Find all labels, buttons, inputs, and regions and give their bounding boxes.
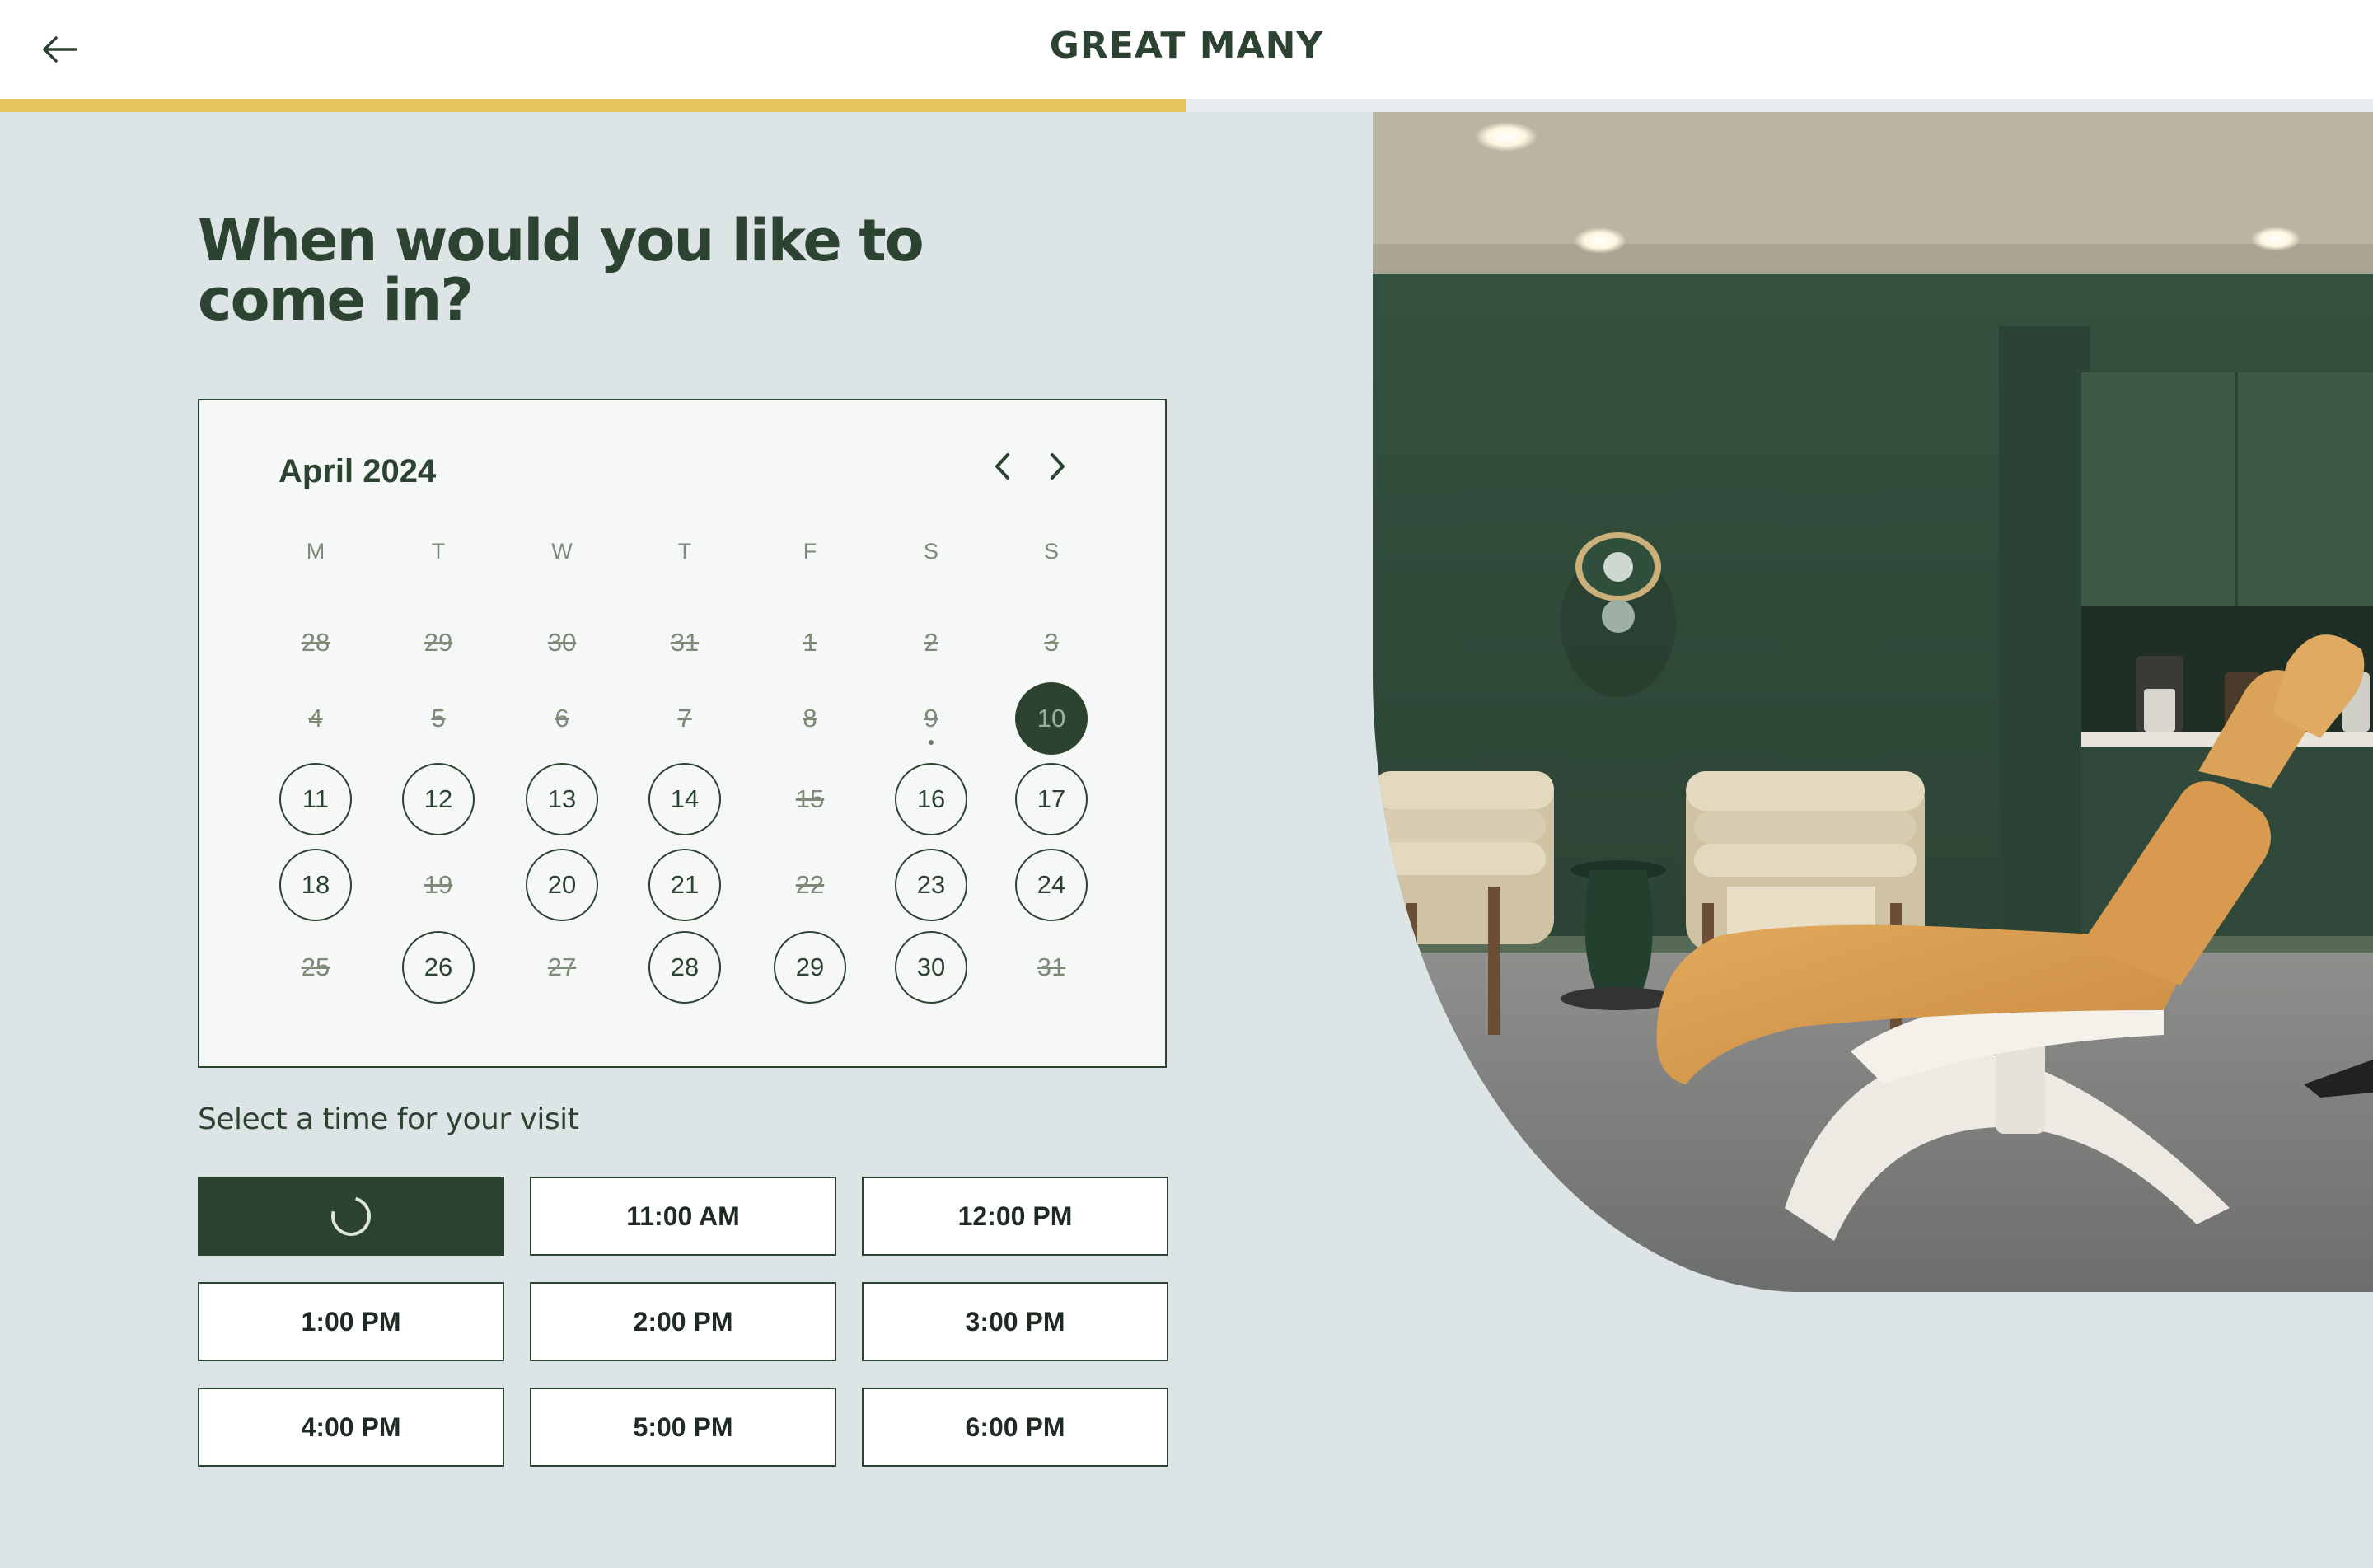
calendar-day-unavailable: 31 — [670, 628, 700, 657]
time-slot-button[interactable]: 4:00 PM — [198, 1388, 504, 1467]
progress-bar-fill — [0, 99, 1186, 112]
calendar-day[interactable]: 20 — [526, 849, 598, 921]
top-bar: GREAT MANY — [0, 0, 2373, 99]
calendar-day-unavailable: 30 — [547, 628, 577, 657]
calendar-day[interactable]: 30 — [895, 931, 967, 1004]
page-title: When would you like to come in? — [198, 207, 924, 334]
time-slot-loading[interactable] — [198, 1177, 504, 1256]
calendar-day-unavailable: 31 — [1037, 953, 1066, 981]
calendar-day-unavailable: 19 — [424, 870, 453, 899]
time-slot-button[interactable]: 11:00 AM — [530, 1177, 836, 1256]
chevron-left-icon — [995, 453, 1009, 480]
clinic-room-illustration — [1373, 112, 2373, 1292]
calendar-day-unavailable: 28 — [301, 628, 330, 657]
weekday-header: M — [306, 539, 325, 564]
loading-spinner-icon — [324, 1189, 378, 1243]
next-month-button[interactable] — [1035, 443, 1081, 489]
calendar-day[interactable]: 17 — [1015, 763, 1088, 835]
calendar-day[interactable]: 11 — [279, 763, 352, 835]
calendar-day[interactable]: 26 — [402, 931, 475, 1004]
time-slot-button[interactable]: 1:00 PM — [198, 1282, 504, 1361]
time-slot-button[interactable]: 5:00 PM — [530, 1388, 836, 1467]
calendar-day[interactable]: 14 — [648, 763, 721, 835]
clinic-room-photo — [1373, 112, 2373, 1292]
weekday-header: W — [551, 539, 573, 564]
today-indicator — [929, 740, 934, 745]
calendar-day-unavailable: 1 — [803, 628, 817, 657]
calendar-day[interactable]: 12 — [402, 763, 475, 835]
calendar-day[interactable]: 29 — [774, 931, 846, 1004]
calendar-day-unavailable: 29 — [424, 628, 453, 657]
progress-bar — [0, 99, 2373, 112]
weekday-header: T — [431, 539, 446, 564]
weekday-header: S — [923, 539, 938, 564]
time-slot-button[interactable]: 6:00 PM — [862, 1388, 1168, 1467]
calendar-day[interactable]: 21 — [648, 849, 721, 921]
weekday-header: T — [677, 539, 692, 564]
time-slot-button[interactable]: 12:00 PM — [862, 1177, 1168, 1256]
time-slot-button[interactable]: 2:00 PM — [530, 1282, 836, 1361]
calendar-day-unavailable: 2 — [924, 628, 938, 657]
chevron-right-icon — [1051, 453, 1065, 480]
weekday-header: S — [1043, 539, 1059, 564]
calendar-day[interactable]: 23 — [895, 849, 967, 921]
date-picker: April 2024 M T W T F S S 28 29 30 31 1 2 3 4 5 6 7 8 9 10 11 1… — [198, 399, 1167, 1068]
calendar-day-unavailable: 25 — [301, 953, 330, 981]
calendar-month-label: April 2024 — [278, 453, 437, 489]
calendar-day[interactable]: 28 — [648, 931, 721, 1004]
calendar-day-unavailable: 15 — [795, 784, 825, 813]
calendar-day-unavailable: 27 — [547, 953, 577, 981]
calendar-day[interactable]: 24 — [1015, 849, 1088, 921]
calendar-day-unavailable: 6 — [555, 704, 569, 733]
calendar-day-unavailable: 3 — [1044, 628, 1059, 657]
previous-month-button[interactable] — [979, 443, 1025, 489]
calendar-day-unavailable: 7 — [677, 704, 692, 733]
calendar-day-selected[interactable]: 10 — [1015, 682, 1088, 755]
calendar-day-unavailable: 4 — [308, 704, 323, 733]
weekday-header: F — [803, 539, 817, 564]
calendar-day-unavailable: 5 — [431, 704, 446, 733]
calendar-day[interactable]: 16 — [895, 763, 967, 835]
calendar-day-unavailable: 22 — [795, 870, 825, 899]
time-slot-button[interactable]: 3:00 PM — [862, 1282, 1168, 1361]
time-section-label: Select a time for your visit — [198, 1102, 579, 1136]
calendar-day[interactable]: 13 — [526, 763, 598, 835]
calendar-day[interactable]: 18 — [279, 849, 352, 921]
brand-logo[interactable]: GREAT MANY — [0, 25, 2373, 67]
calendar-day-unavailable: 8 — [803, 704, 817, 733]
